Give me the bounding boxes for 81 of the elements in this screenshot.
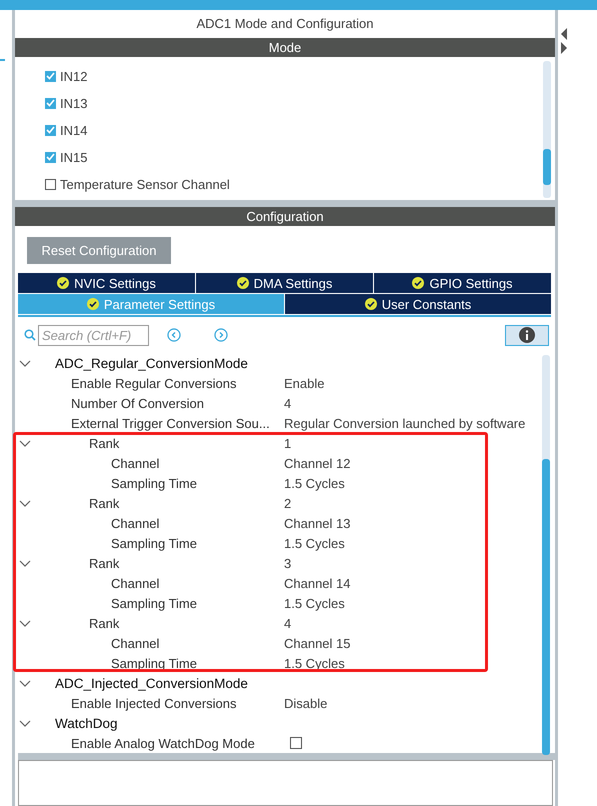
tab[interactable]: GPIO Settings [374,273,551,294]
property-value: Channel 15 [284,636,350,651]
checkbox-label: IN15 [60,150,88,165]
checkbox[interactable] [45,124,56,136]
property-value: 4 [284,616,292,631]
check-circle-icon [412,277,424,290]
property-label: Channel [110,456,160,471]
chevron-down-icon[interactable] [19,440,31,447]
scrollbar-thumb[interactable] [543,148,551,185]
expand-right-icon[interactable] [561,42,567,54]
tab[interactable]: NVIC Settings [18,273,195,294]
search-icon [24,329,36,342]
property-value: Channel 12 [284,456,350,471]
checkbox[interactable] [45,178,56,190]
property-label: Sampling Time [110,656,198,671]
property-value: Channel 13 [284,516,350,531]
section-header: Configuration [15,207,555,226]
chevron-down-icon[interactable] [19,680,31,687]
property-value: 1.5 Cycles [284,476,345,491]
checkbox-label: IN12 [60,68,88,84]
check-circle-icon [236,277,249,290]
property-value: Channel 14 [284,576,350,591]
group-label: ADC_Injected_ConversionMode [54,676,249,691]
scrollbar-thumb[interactable] [542,459,550,756]
property-label: Channel [110,516,160,531]
chevron-down-icon[interactable] [19,360,31,367]
property-label: Enable Analog WatchDog Mode [70,736,256,751]
chevron-down-icon[interactable] [19,620,31,627]
edge-mark [0,59,5,61]
property-value: Disable [284,696,328,711]
search-field[interactable]: Search (Crtl+F) [38,324,149,346]
tab[interactable]: User Constants [285,294,551,314]
property-label: Channel [110,636,160,651]
check-circle-icon [86,298,99,310]
info-icon [519,327,535,344]
chevron-left-circle-icon [167,328,181,342]
property-label: Rank [88,436,120,451]
section-header: Mode [15,38,555,57]
checkbox-label: IN14 [60,122,88,138]
property-label: External Trigger Conversion Sou... [70,416,271,431]
property-label: Sampling Time [110,536,198,551]
checkbox-label: IN13 [60,96,88,111]
property-value: 1.5 Cycles [284,656,345,671]
property-label: Sampling Time [110,476,198,491]
property-value: 1.5 Cycles [284,536,345,551]
chevron-down-icon[interactable] [19,500,31,507]
chevron-down-icon[interactable] [19,720,31,727]
property-value: Enable [284,376,324,391]
property-label: Sampling Time [110,596,198,611]
property-label: Channel [110,576,160,591]
property-label: Enable Injected Conversions [70,696,238,711]
group-label: WatchDog [54,716,119,731]
property-label: Rank [88,496,120,511]
property-label: Rank [88,556,120,571]
checkbox[interactable] [45,70,56,82]
property-value: 1.5 Cycles [284,596,345,611]
scrollbar[interactable] [543,60,551,198]
property-value: 4 [284,396,292,411]
checkbox-label: Temperature Sensor Channel [60,176,230,192]
collapse-left-icon[interactable] [561,28,567,40]
chevron-right-circle-icon [214,328,228,342]
property-value: Regular Conversion launched by software [284,416,526,431]
info-button[interactable] [505,324,549,346]
checkbox[interactable] [45,152,56,163]
checkbox[interactable] [290,737,302,750]
property-label: Number Of Conversion [70,396,205,411]
check-circle-icon [364,298,377,310]
previous-button[interactable] [167,328,181,342]
property-value: 1 [284,436,292,451]
chevron-down-icon[interactable] [19,560,31,567]
checkbox[interactable] [45,98,56,109]
group-label: ADC_Regular_ConversionMode [54,356,249,371]
scrollbar[interactable] [542,355,550,754]
property-value: 3 [284,556,292,571]
property-label: Rank [88,616,120,631]
panel-title: ADC1 Mode and Configuration [15,10,555,38]
check-circle-icon [57,277,70,290]
tab[interactable]: DMA Settings [196,273,373,294]
next-button[interactable] [214,328,228,342]
property-label: Enable Regular Conversions [70,376,238,391]
property-value: 2 [284,496,292,511]
